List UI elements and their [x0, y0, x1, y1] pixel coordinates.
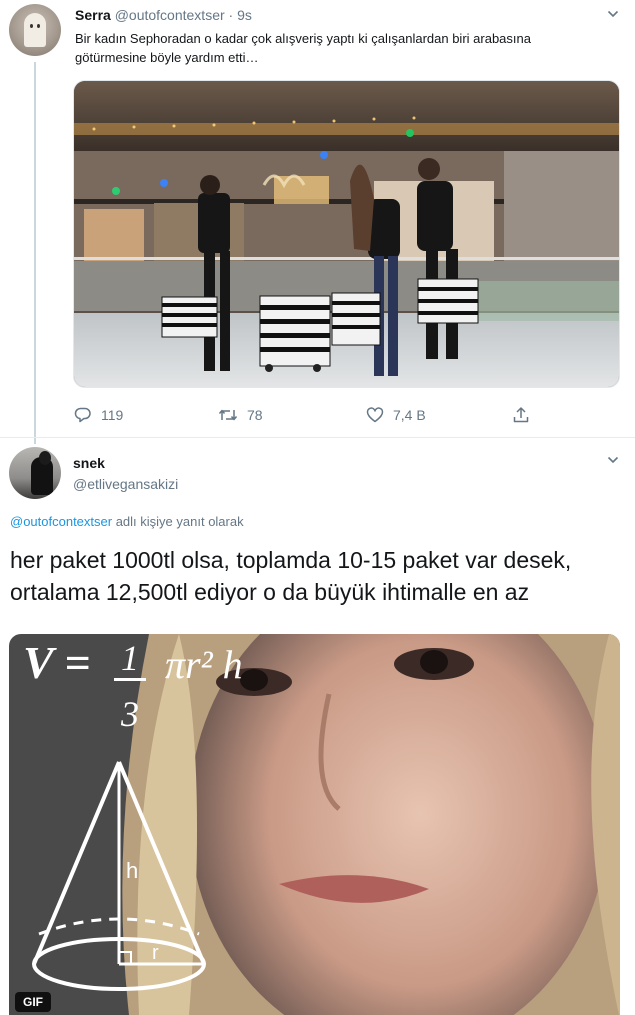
retweet-icon [218, 406, 238, 424]
like-count: 7,4 B [393, 407, 426, 423]
gif-badge: GIF [15, 992, 51, 1012]
reply-author-avatar[interactable] [9, 447, 61, 499]
thread-connector-line [34, 62, 36, 444]
reply-icon [74, 406, 92, 424]
share-icon [512, 406, 530, 424]
reply-count: 119 [101, 407, 124, 423]
reply-button[interactable]: 119 [74, 405, 123, 425]
ghost-avatar-icon [24, 13, 46, 47]
replying-to-line: @outofcontextser adlı kişiye yanıt olara… [10, 514, 244, 529]
replying-to-mention-link[interactable]: @outofcontextser [10, 514, 112, 529]
like-button[interactable]: 7,4 B [366, 405, 426, 425]
formula-rest: πr² h [165, 642, 243, 687]
math-lady-gif-image: V = 1 3 πr² h h r [9, 634, 620, 1015]
tweet-time[interactable]: · 9s [229, 7, 252, 23]
reply-author-handle[interactable]: @etlivegansakizi [73, 476, 178, 492]
retweet-button[interactable]: 78 [218, 405, 263, 425]
cone-label-r: r [152, 942, 159, 964]
tweet-media-video[interactable] [73, 80, 620, 388]
tweet-header: Serra @outofcontextser · 9s [75, 7, 252, 23]
replying-to-suffix: adlı kişiye yanıt olarak [112, 514, 244, 529]
reply-author-name[interactable]: snek [73, 455, 105, 471]
retweet-count: 78 [247, 407, 263, 423]
chevron-down-icon[interactable] [607, 8, 619, 20]
author-avatar[interactable] [9, 4, 61, 56]
silhouette-head-icon [39, 451, 51, 465]
divider [0, 437, 635, 438]
tweet-text: Bir kadın Sephoradan o kadar çok alışver… [75, 31, 531, 65]
formula-numerator: 1 [121, 638, 139, 678]
reply-media-gif[interactable]: V = 1 3 πr² h h r [9, 634, 620, 1015]
heart-icon [366, 406, 384, 424]
author-name[interactable]: Serra [75, 7, 111, 23]
formula-denominator: 3 [120, 694, 139, 734]
mall-scene-image [74, 81, 619, 387]
formula-v: V = [23, 637, 91, 688]
reply-text: her paket 1000tl olsa, toplamda 10-15 pa… [10, 547, 572, 605]
share-button[interactable] [512, 405, 530, 425]
cone-label-h: h [126, 858, 138, 883]
author-handle[interactable]: @outofcontextser [115, 7, 225, 23]
chevron-down-icon[interactable] [607, 454, 619, 466]
tweet-actions: 119 78 7,4 B [0, 405, 635, 427]
